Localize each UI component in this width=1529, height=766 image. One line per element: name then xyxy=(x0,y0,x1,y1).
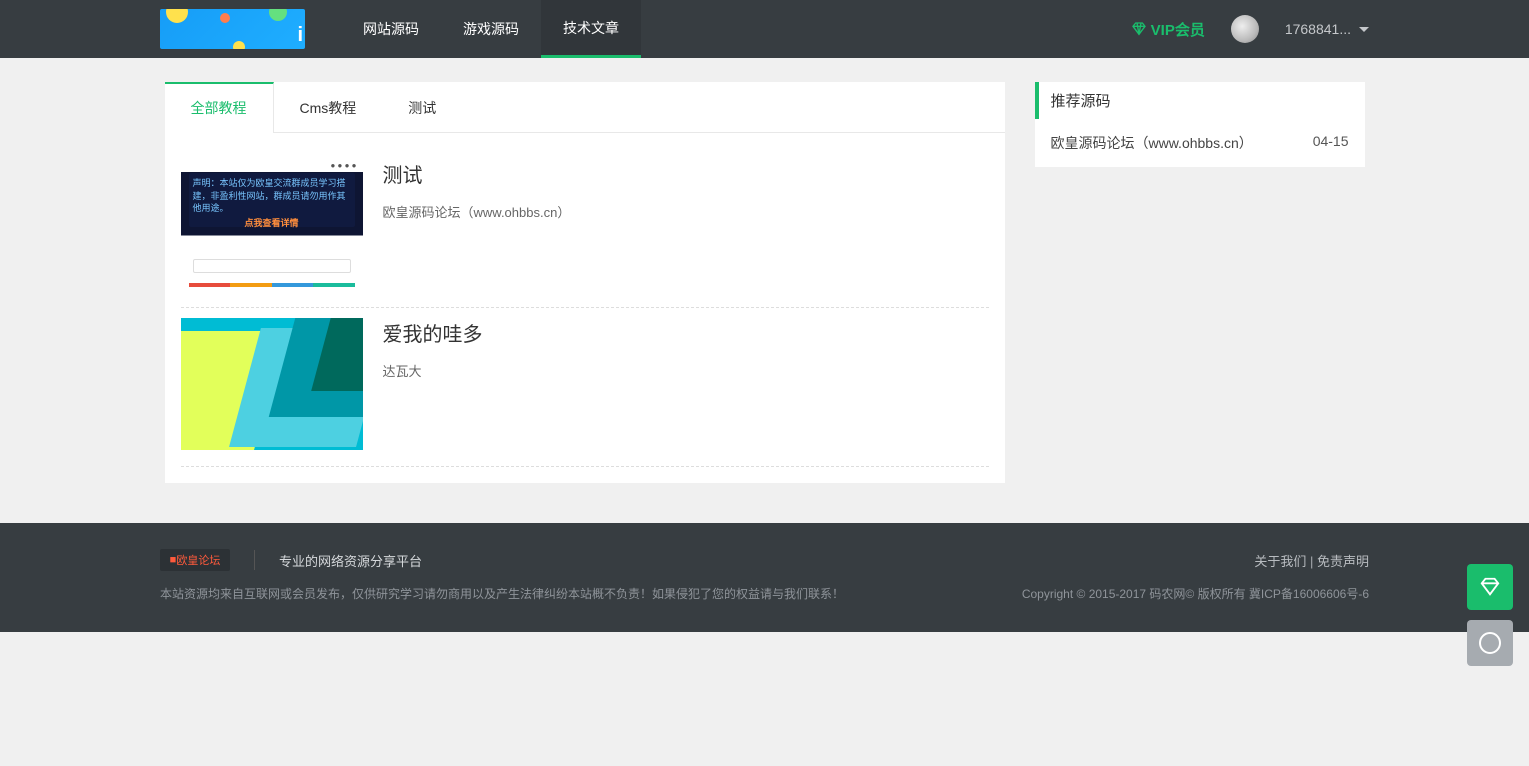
footer-statement: 本站资源均来自互联网或会员发布，仅供研究学习请勿商用以及产生法律纠纷本站概不负责… xyxy=(160,585,844,602)
article-body: 爱我的哇多 达瓦大 xyxy=(383,318,483,450)
article-title[interactable]: 测试 xyxy=(383,165,423,187)
article-thumbnail[interactable] xyxy=(181,318,363,450)
avatar[interactable] xyxy=(1231,15,1259,43)
widget-item-date: 04-15 xyxy=(1313,133,1349,153)
header-left: i 网站源码 游戏源码 技术文章 xyxy=(160,0,641,58)
footer-logo-text: 欧皇论坛 xyxy=(176,552,220,568)
list-item: 爱我的哇多 达瓦大 xyxy=(181,308,989,467)
footer-slogan: 专业的网络资源分享平台 xyxy=(279,551,422,570)
float-vip-button[interactable] xyxy=(1467,564,1513,610)
content-wrap: 全部教程 Cms教程 测试 ● ● ● ● 声明：本站仅为欧皇交流群成员学习搭建… xyxy=(165,82,1365,523)
diamond-icon xyxy=(1131,21,1147,37)
link-sep: | xyxy=(1310,554,1317,569)
article-list: ● ● ● ● 声明：本站仅为欧皇交流群成员学习搭建，非盈利性网站，群成员请勿用… xyxy=(165,133,1005,483)
float-chat-button[interactable] xyxy=(1467,620,1513,666)
article-desc: 达瓦大 xyxy=(383,361,483,380)
widget-recommend: 推荐源码 欧皇源码论坛（www.ohbbs.cn） 04-15 xyxy=(1035,82,1365,167)
link-disclaimer[interactable]: 免责声明 xyxy=(1317,554,1369,569)
chat-icon xyxy=(1479,632,1501,654)
tab-test[interactable]: 测试 xyxy=(382,82,462,132)
primary-nav: 网站源码 游戏源码 技术文章 xyxy=(341,0,641,58)
username: 1768841... xyxy=(1285,21,1351,37)
widget-item[interactable]: 欧皇源码论坛（www.ohbbs.cn） 04-15 xyxy=(1035,123,1365,163)
footer-copyright: Copyright © 2015-2017 码农网© 版权所有 冀ICP备160… xyxy=(1022,585,1369,602)
main-panel: 全部教程 Cms教程 测试 ● ● ● ● 声明：本站仅为欧皇交流群成员学习搭建… xyxy=(165,82,1005,483)
diamond-icon xyxy=(1479,576,1501,598)
article-body: 测试 欧皇源码论坛（www.ohbbs.cn） xyxy=(383,159,571,291)
nav-website-code[interactable]: 网站源码 xyxy=(341,0,441,58)
category-tabs: 全部教程 Cms教程 测试 xyxy=(165,82,1005,133)
widget-list: 欧皇源码论坛（www.ohbbs.cn） 04-15 xyxy=(1035,119,1365,167)
footer-logo: ■ 欧皇论坛 xyxy=(160,549,230,571)
floating-actions xyxy=(1467,564,1513,666)
article-thumbnail[interactable]: ● ● ● ● 声明：本站仅为欧皇交流群成员学习搭建，非盈利性网站，群成员请勿用… xyxy=(181,159,363,291)
thumb-button-text: 点我查看详情 xyxy=(193,217,351,230)
article-desc: 欧皇源码论坛（www.ohbbs.cn） xyxy=(383,202,571,221)
tab-cms[interactable]: Cms教程 xyxy=(274,82,383,132)
link-about[interactable]: 关于我们 xyxy=(1254,554,1306,569)
widget-title: 推荐源码 xyxy=(1035,82,1365,119)
footer-left: ■ 欧皇论坛 专业的网络资源分享平台 xyxy=(160,549,422,571)
top-nav: i 网站源码 游戏源码 技术文章 VIP会员 1768841... xyxy=(0,0,1529,58)
footer: ■ 欧皇论坛 专业的网络资源分享平台 关于我们 | 免责声明 本站资源均来自互联… xyxy=(0,523,1529,632)
site-logo[interactable]: i xyxy=(160,9,305,49)
vip-link[interactable]: VIP会员 xyxy=(1131,19,1205,40)
user-menu[interactable]: 1768841... xyxy=(1285,21,1369,37)
sidebar: 推荐源码 欧皇源码论坛（www.ohbbs.cn） 04-15 xyxy=(1035,82,1365,483)
footer-top: ■ 欧皇论坛 专业的网络资源分享平台 关于我们 | 免责声明 xyxy=(160,549,1369,585)
nav-tech-articles[interactable]: 技术文章 xyxy=(541,0,641,58)
nav-game-code[interactable]: 游戏源码 xyxy=(441,0,541,58)
footer-divider xyxy=(254,550,255,570)
footer-bottom: 本站资源均来自互联网或会员发布，仅供研究学习请勿商用以及产生法律纠纷本站概不负责… xyxy=(160,585,1369,602)
logo-fragment: i xyxy=(297,24,303,47)
footer-links: 关于我们 | 免责声明 xyxy=(1254,551,1369,570)
header-right: VIP会员 1768841... xyxy=(1131,15,1369,43)
article-title[interactable]: 爱我的哇多 xyxy=(383,324,483,346)
widget-item-label: 欧皇源码论坛（www.ohbbs.cn） xyxy=(1051,133,1253,153)
vip-label: VIP会员 xyxy=(1151,19,1205,40)
chevron-down-icon xyxy=(1359,27,1369,32)
tab-all[interactable]: 全部教程 xyxy=(165,82,274,133)
list-item: ● ● ● ● 声明：本站仅为欧皇交流群成员学习搭建，非盈利性网站，群成员请勿用… xyxy=(181,149,989,308)
thumb-caption: 声明：本站仅为欧皇交流群成员学习搭建，非盈利性网站，群成员请勿用作其他用途。 xyxy=(193,178,346,213)
